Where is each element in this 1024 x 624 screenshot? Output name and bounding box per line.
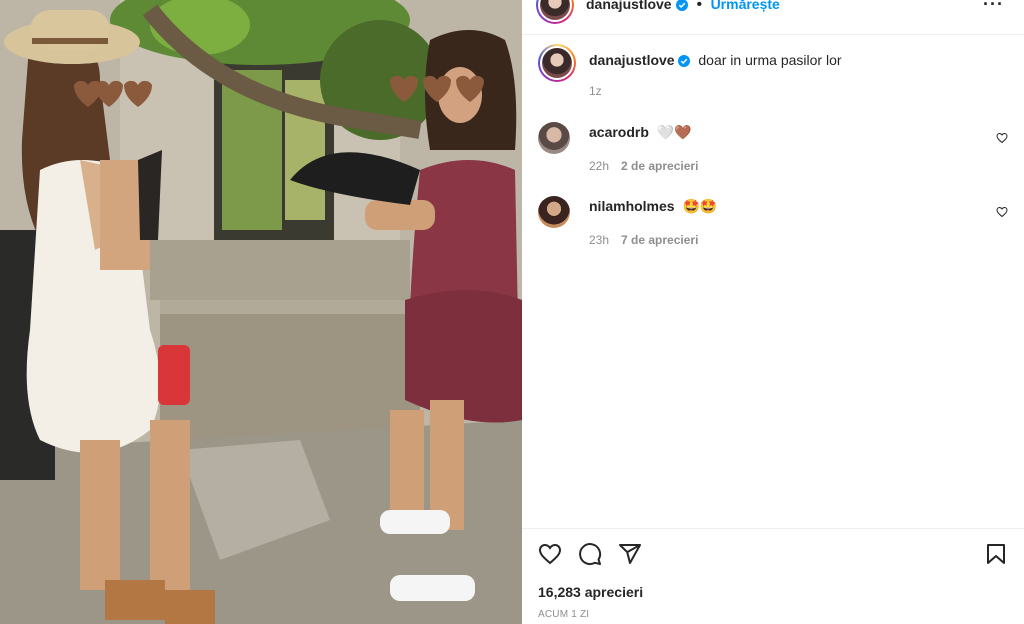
comment-likes[interactable]: 2 de aprecieri: [621, 159, 698, 173]
header-separator: •: [696, 0, 703, 13]
header-username[interactable]: danajustlove: [586, 0, 672, 12]
commenter-avatar[interactable]: [538, 196, 570, 228]
comment-item: acarodrb 🤍🤎 22h 2 de aprecieri: [538, 122, 1008, 182]
more-options-icon[interactable]: ···: [983, 0, 1004, 15]
comment-text: 🤍🤎: [656, 124, 692, 140]
comment-username[interactable]: nilamholmes: [589, 198, 675, 214]
commenter-avatar[interactable]: [538, 122, 570, 154]
caption-text: doar in urma pasilor lor: [698, 52, 842, 68]
follow-button[interactable]: Urmărește: [711, 0, 780, 12]
comment-text: 🤩🤩: [682, 198, 718, 214]
post-photo[interactable]: [0, 0, 522, 624]
like-count[interactable]: 16,283 aprecieri: [538, 584, 643, 600]
verified-badge-icon: [676, 0, 689, 11]
caption-username[interactable]: danajustlove: [589, 52, 675, 68]
post-header: danajustlove • Urmărește ···: [522, 0, 1024, 35]
post-image: [0, 0, 522, 624]
comment-likes[interactable]: 7 de aprecieri: [621, 233, 698, 247]
comment-time[interactable]: 23h: [589, 233, 609, 247]
caption: danajustlove doar in urma pasilor lor 1z: [538, 44, 1008, 104]
share-icon[interactable]: [618, 542, 642, 566]
post-timestamp[interactable]: ACUM 1 ZI: [538, 609, 589, 620]
actions-divider: [522, 528, 1024, 529]
heart-icon[interactable]: [538, 542, 562, 566]
comment-time[interactable]: 22h: [589, 159, 609, 173]
comment-item: nilamholmes 🤩🤩 23h 7 de aprecieri: [538, 196, 1008, 256]
verified-badge-icon: [678, 55, 691, 68]
header-avatar[interactable]: [536, 0, 574, 24]
comment-username[interactable]: acarodrb: [589, 124, 649, 140]
action-bar: [538, 542, 1008, 568]
caption-avatar[interactable]: [538, 44, 576, 82]
bookmark-icon[interactable]: [984, 542, 1008, 566]
caption-time[interactable]: 1z: [589, 84, 602, 98]
comment-like-icon[interactable]: [996, 132, 1008, 144]
comment-icon[interactable]: [578, 542, 602, 566]
comment-like-icon[interactable]: [996, 206, 1008, 218]
post-side-panel: danajustlove • Urmărește ··· danajustlov…: [522, 0, 1024, 624]
